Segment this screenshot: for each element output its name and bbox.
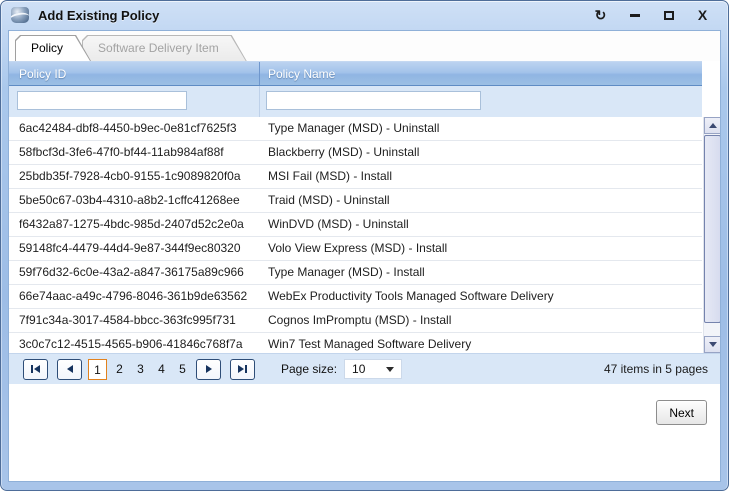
chevron-down-icon [386,367,394,372]
minimize-icon[interactable] [627,8,642,23]
column-header-policy-name[interactable]: Policy Name [259,62,702,85]
policy-id-cell: 66e74aac-a49c-4796-8046-361b9de63562 [9,285,259,308]
policy-name-filter-input[interactable] [266,91,481,110]
page-size-dropdown[interactable]: 10 [344,359,402,379]
policy-id-cell: 25bdb35f-7928-4cb0-9155-1c9089820f0a [9,165,259,188]
policy-name-cell: MSI Fail (MSD) - Install [259,165,702,188]
dialog-client-area: Policy Software Delivery Item Policy ID … [8,30,721,482]
close-icon[interactable]: X [695,8,710,23]
page-number-3[interactable]: 3 [130,362,151,376]
window-title: Add Existing Policy [38,8,159,23]
maximize-icon[interactable] [661,8,676,23]
pagination-bar: 1 2 3 4 5 Page size: 10 47 items in 5 pa… [9,353,720,384]
prev-page-icon[interactable] [57,359,82,380]
policy-grid: Policy ID Policy Name 6ac42484-dbf8-4450… [9,61,720,353]
policy-name-cell: Win7 Test Managed Software Delivery [259,333,702,353]
policy-name-cell: Type Manager (MSD) - Uninstall [259,117,702,140]
table-row[interactable]: 3c0c7c12-4515-4565-b906-41846c768f7a Win… [9,333,702,353]
policy-id-cell: 59148fc4-4479-44d4-9e87-344f9ec80320 [9,237,259,260]
dialog-footer: Next [9,384,720,482]
tab-software-delivery-item-label: Software Delivery Item [82,35,247,55]
table-row[interactable]: 7f91c34a-3017-4584-bbcc-363fc995f731 Cog… [9,309,702,333]
policy-id-cell: 6ac42484-dbf8-4450-b9ec-0e81cf7625f3 [9,117,259,140]
column-header-policy-id[interactable]: Policy ID [9,62,259,85]
table-row[interactable]: 5be50c67-03b4-4310-a8b2-1cffc41268ee Tra… [9,189,702,213]
page-size-label: Page size: [281,362,337,376]
page-number-4[interactable]: 4 [151,362,172,376]
vertical-scrollbar[interactable] [703,117,720,353]
scrollbar-thumb[interactable] [704,135,721,323]
page-number-5[interactable]: 5 [172,362,193,376]
tab-policy-label: Policy [15,35,91,55]
table-row[interactable]: 59f76d32-6c0e-43a2-a847-36175a89c966 Typ… [9,261,702,285]
filter-row [9,86,702,117]
policy-name-cell: Type Manager (MSD) - Install [259,261,702,284]
current-page[interactable]: 1 [88,359,107,380]
dialog-window: Add Existing Policy ↻ X Policy Software … [0,0,729,491]
grid-rows: 6ac42484-dbf8-4450-b9ec-0e81cf7625f3 Typ… [9,117,702,353]
app-swirl-icon [11,7,29,23]
tab-software-delivery-item[interactable]: Software Delivery Item [82,35,247,61]
policy-id-cell: 59f76d32-6c0e-43a2-a847-36175a89c966 [9,261,259,284]
title-bar: Add Existing Policy ↻ X [1,1,728,29]
tab-policy[interactable]: Policy [15,35,91,61]
policy-name-cell: Blackberry (MSD) - Uninstall [259,141,702,164]
policy-name-cell: WebEx Productivity Tools Managed Softwar… [259,285,702,308]
policy-id-cell: 7f91c34a-3017-4584-bbcc-363fc995f731 [9,309,259,332]
tab-strip: Policy Software Delivery Item [9,31,720,61]
table-row[interactable]: 6ac42484-dbf8-4450-b9ec-0e81cf7625f3 Typ… [9,117,702,141]
table-row[interactable]: 66e74aac-a49c-4796-8046-361b9de63562 Web… [9,285,702,309]
window-controls: ↻ X [593,8,718,23]
policy-name-cell: Volo View Express (MSD) - Install [259,237,702,260]
policy-id-filter-input[interactable] [17,91,187,110]
policy-id-cell: 5be50c67-03b4-4310-a8b2-1cffc41268ee [9,189,259,212]
scroll-down-icon[interactable] [704,336,721,353]
policy-id-cell: 3c0c7c12-4515-4565-b906-41846c768f7a [9,333,259,353]
table-row[interactable]: 25bdb35f-7928-4cb0-9155-1c9089820f0a MSI… [9,165,702,189]
policy-id-cell: 58fbcf3d-3fe6-47f0-bf44-11ab984af88f [9,141,259,164]
next-button[interactable]: Next [656,400,707,425]
page-size-value: 10 [352,362,365,376]
refresh-icon[interactable]: ↻ [593,8,608,23]
scroll-up-icon[interactable] [704,117,721,134]
policy-name-cell: Cognos ImPromptu (MSD) - Install [259,309,702,332]
table-row[interactable]: 58fbcf3d-3fe6-47f0-bf44-11ab984af88f Bla… [9,141,702,165]
last-page-icon[interactable] [230,359,255,380]
next-page-icon[interactable] [196,359,221,380]
items-summary: 47 items in 5 pages [604,362,708,376]
policy-id-cell: f6432a87-1275-4bdc-985d-2407d52c2e0a [9,213,259,236]
policy-name-cell: WinDVD (MSD) - Uninstall [259,213,702,236]
table-row[interactable]: 59148fc4-4479-44d4-9e87-344f9ec80320 Vol… [9,237,702,261]
first-page-icon[interactable] [23,359,48,380]
policy-name-cell: Traid (MSD) - Uninstall [259,189,702,212]
page-number-2[interactable]: 2 [109,362,130,376]
table-row[interactable]: f6432a87-1275-4bdc-985d-2407d52c2e0a Win… [9,213,702,237]
grid-header: Policy ID Policy Name [9,61,702,86]
